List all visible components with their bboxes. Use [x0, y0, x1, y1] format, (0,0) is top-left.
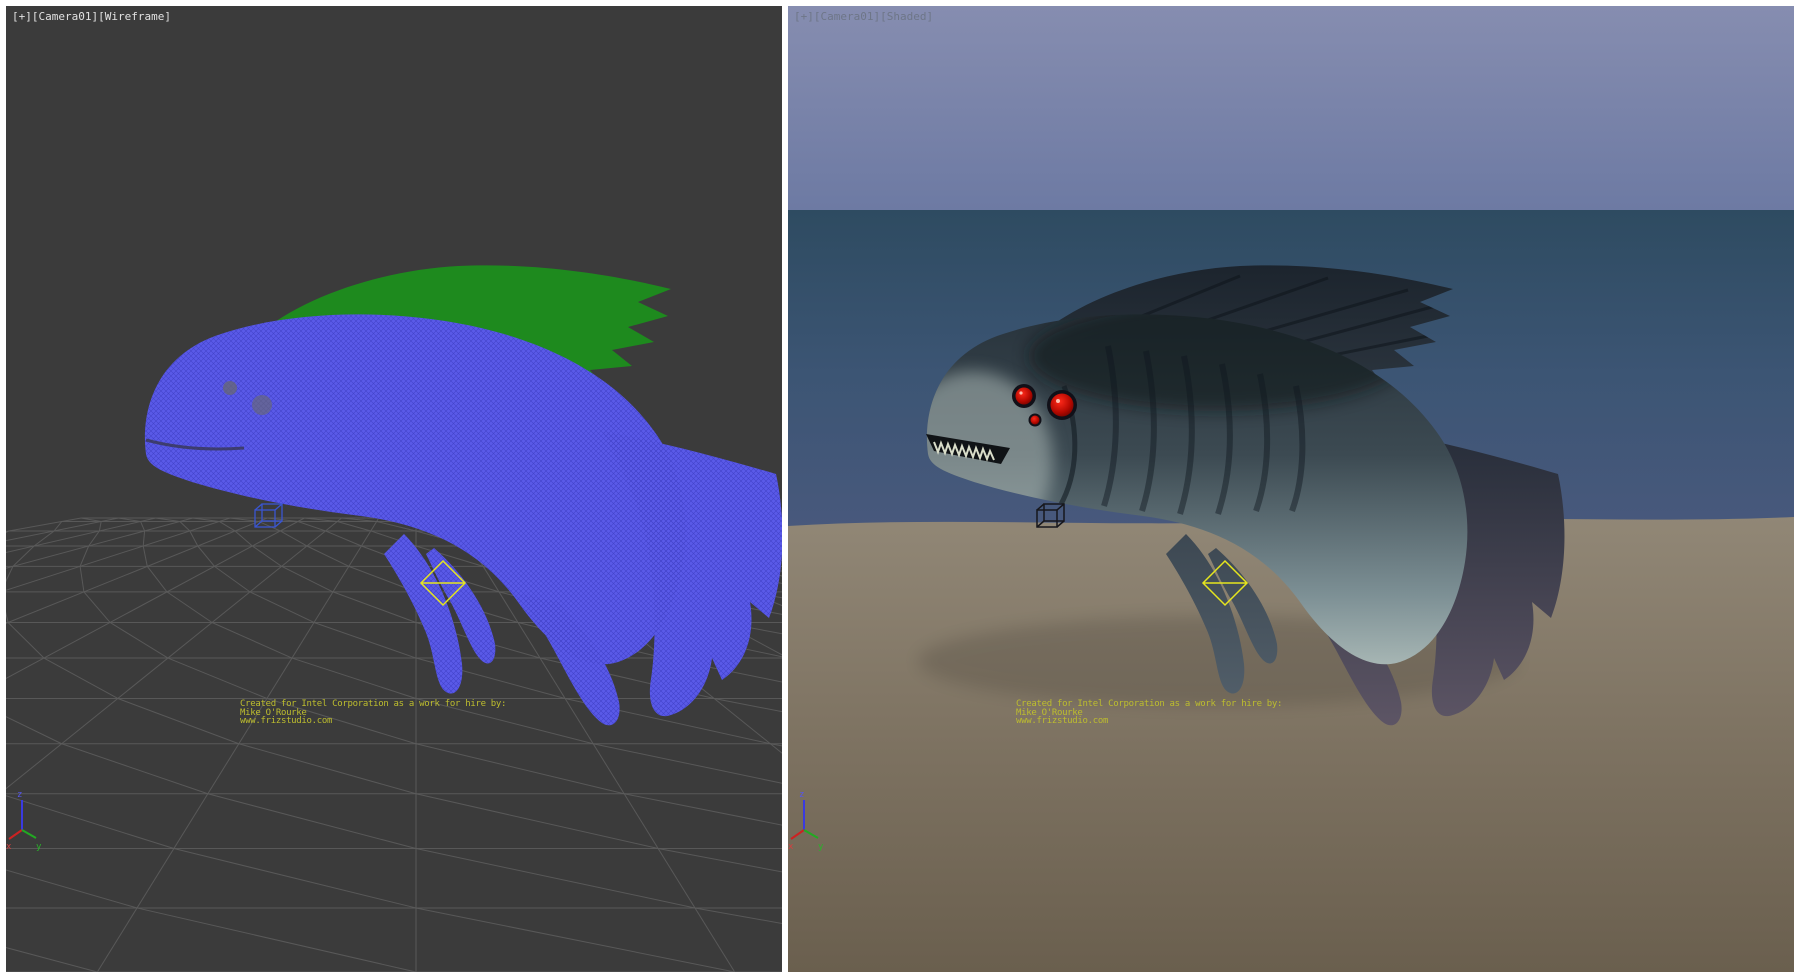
viewport-shaded[interactable]: z x y [+][Camera01][Shaded] Created for … [788, 6, 1794, 972]
viewport-label[interactable]: [+][Camera01][Wireframe] [12, 10, 171, 23]
shaded-canvas[interactable]: z x y [788, 6, 1794, 972]
credits-line-3: www.frizstudio.com [1016, 717, 1282, 726]
axis-z-label: z [799, 790, 804, 800]
viewport-label[interactable]: [+][Camera01][Shaded] [794, 10, 933, 23]
eye-right [252, 395, 272, 415]
axis-y-label: y [818, 842, 824, 852]
sky [788, 6, 1794, 210]
wireframe-canvas[interactable]: z x y [6, 6, 782, 972]
eye-left [223, 381, 237, 395]
axis-y-label: y [36, 842, 42, 852]
axis-x-label: x [788, 842, 794, 852]
axis-z-label: z [17, 790, 22, 800]
viewport-wireframe[interactable]: z x y [+][Camera01][Wireframe] Created f… [6, 6, 782, 972]
credits-text: Created for Intel Corporation as a work … [240, 700, 506, 726]
axis-x-label: x [6, 842, 12, 852]
credits-line-3: www.frizstudio.com [240, 717, 506, 726]
viewport-area: z x y [+][Camera01][Wireframe] Created f… [0, 0, 1800, 978]
credits-text: Created for Intel Corporation as a work … [1016, 700, 1282, 726]
